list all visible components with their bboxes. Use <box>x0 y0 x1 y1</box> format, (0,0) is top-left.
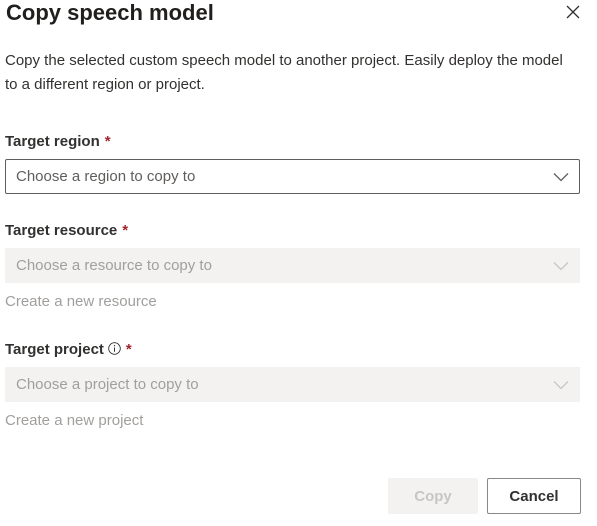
copy-speech-model-dialog: Copy speech model Copy the selected cust… <box>0 0 597 526</box>
target-resource-dropdown[interactable]: Choose a resource to copy to <box>5 248 580 283</box>
cancel-button[interactable]: Cancel <box>487 478 581 514</box>
target-region-label-text: Target region <box>5 133 100 150</box>
required-marker: * <box>125 341 132 358</box>
required-marker: * <box>104 133 111 150</box>
target-region-label: Target region * <box>5 132 111 152</box>
close-button[interactable] <box>561 2 585 26</box>
target-resource-label: Target resource * <box>5 221 128 241</box>
create-new-project-link[interactable]: Create a new project <box>5 411 143 431</box>
target-resource-placeholder: Choose a resource to copy to <box>16 257 212 274</box>
info-icon[interactable] <box>108 341 121 355</box>
chevron-down-icon <box>553 169 569 185</box>
chevron-down-icon <box>553 377 569 393</box>
dialog-description: Copy the selected custom speech model to… <box>5 52 563 93</box>
chevron-down-icon <box>553 258 569 274</box>
required-marker: * <box>122 222 129 239</box>
target-region-dropdown[interactable]: Choose a region to copy to <box>5 159 580 194</box>
target-project-dropdown[interactable]: Choose a project to copy to <box>5 367 580 402</box>
target-project-placeholder: Choose a project to copy to <box>16 376 199 393</box>
target-project-label: Target project * <box>5 340 132 360</box>
copy-button[interactable]: Copy <box>388 478 478 514</box>
target-project-label-text: Target project <box>5 341 104 358</box>
target-region-placeholder: Choose a region to copy to <box>16 168 196 185</box>
dialog-title: Copy speech model <box>6 0 214 25</box>
close-icon <box>565 4 581 25</box>
target-resource-label-text: Target resource <box>5 222 118 239</box>
create-new-resource-link[interactable]: Create a new resource <box>5 292 157 312</box>
